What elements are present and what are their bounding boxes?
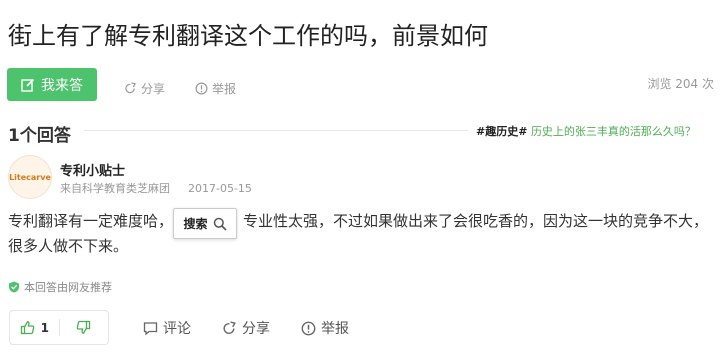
view-count: 浏览 204 次 xyxy=(647,77,714,91)
author-meta: 来自科学教育类芝麻团 2017-05-15 xyxy=(60,180,252,196)
like-count: 1 xyxy=(40,320,49,335)
search-popup-button[interactable]: 搜索 xyxy=(173,208,237,239)
vote-group: 1 xyxy=(9,310,109,345)
author-name[interactable]: 专利小贴士 xyxy=(60,160,125,179)
answer-body: 专利翻译有一定难度哈， 专业性太强，不过如果做出来了会很吃香的，因为这一块的竞争不… xyxy=(8,209,714,259)
comment-label: 评论 xyxy=(163,321,191,337)
divider xyxy=(84,130,468,131)
search-icon xyxy=(213,217,227,231)
upvote-button[interactable]: 1 xyxy=(10,311,59,344)
thumbs-up-icon xyxy=(20,321,34,335)
share-icon xyxy=(125,82,137,94)
avatar-logo-text: Litecarve xyxy=(9,172,51,182)
footer-share-button[interactable]: 分享 xyxy=(222,318,270,338)
report-button[interactable]: 举报 xyxy=(195,80,236,97)
edit-icon xyxy=(21,78,35,92)
topic-tag[interactable]: #趣历史# xyxy=(476,125,527,138)
share-button[interactable]: 分享 xyxy=(124,80,165,97)
share-label: 分享 xyxy=(141,82,166,96)
report-label: 举报 xyxy=(212,82,237,96)
warning-icon xyxy=(195,82,208,95)
warning-icon xyxy=(301,321,316,335)
shield-check-icon xyxy=(9,281,19,293)
topic-promo[interactable]: #趣历史# 历史上的张三丰真的活那么久吗？ xyxy=(476,123,696,139)
recommend-label: 本回答由网友推荐 xyxy=(24,281,112,294)
footer-report-label: 举报 xyxy=(321,321,349,337)
search-popup-label: 搜索 xyxy=(183,217,208,231)
answer-button[interactable]: 我来答 xyxy=(7,68,97,101)
author-source[interactable]: 来自科学教育类芝麻团 xyxy=(60,182,170,195)
comment-icon xyxy=(143,321,158,335)
recommend-note: 本回答由网友推荐 xyxy=(8,279,112,295)
comment-button[interactable]: 评论 xyxy=(143,318,191,338)
thumbs-down-icon xyxy=(76,320,91,334)
share-icon xyxy=(223,320,236,334)
avatar[interactable]: Litecarve xyxy=(8,155,52,199)
answer-count: 1个回答 xyxy=(8,126,71,146)
footer-report-button[interactable]: 举报 xyxy=(301,318,349,338)
footer-share-label: 分享 xyxy=(242,321,270,337)
downvote-button[interactable] xyxy=(60,311,109,344)
answer-date: 2017-05-15 xyxy=(188,182,252,195)
question-title: 街上有了解专利翻译这个工作的吗，前景如何 xyxy=(8,22,488,50)
topic-link[interactable]: 历史上的张三丰真的活那么久吗？ xyxy=(531,125,696,138)
answer-text-start: 专利翻译有一定难度哈， xyxy=(8,212,174,230)
answer-button-label: 我来答 xyxy=(41,77,83,94)
